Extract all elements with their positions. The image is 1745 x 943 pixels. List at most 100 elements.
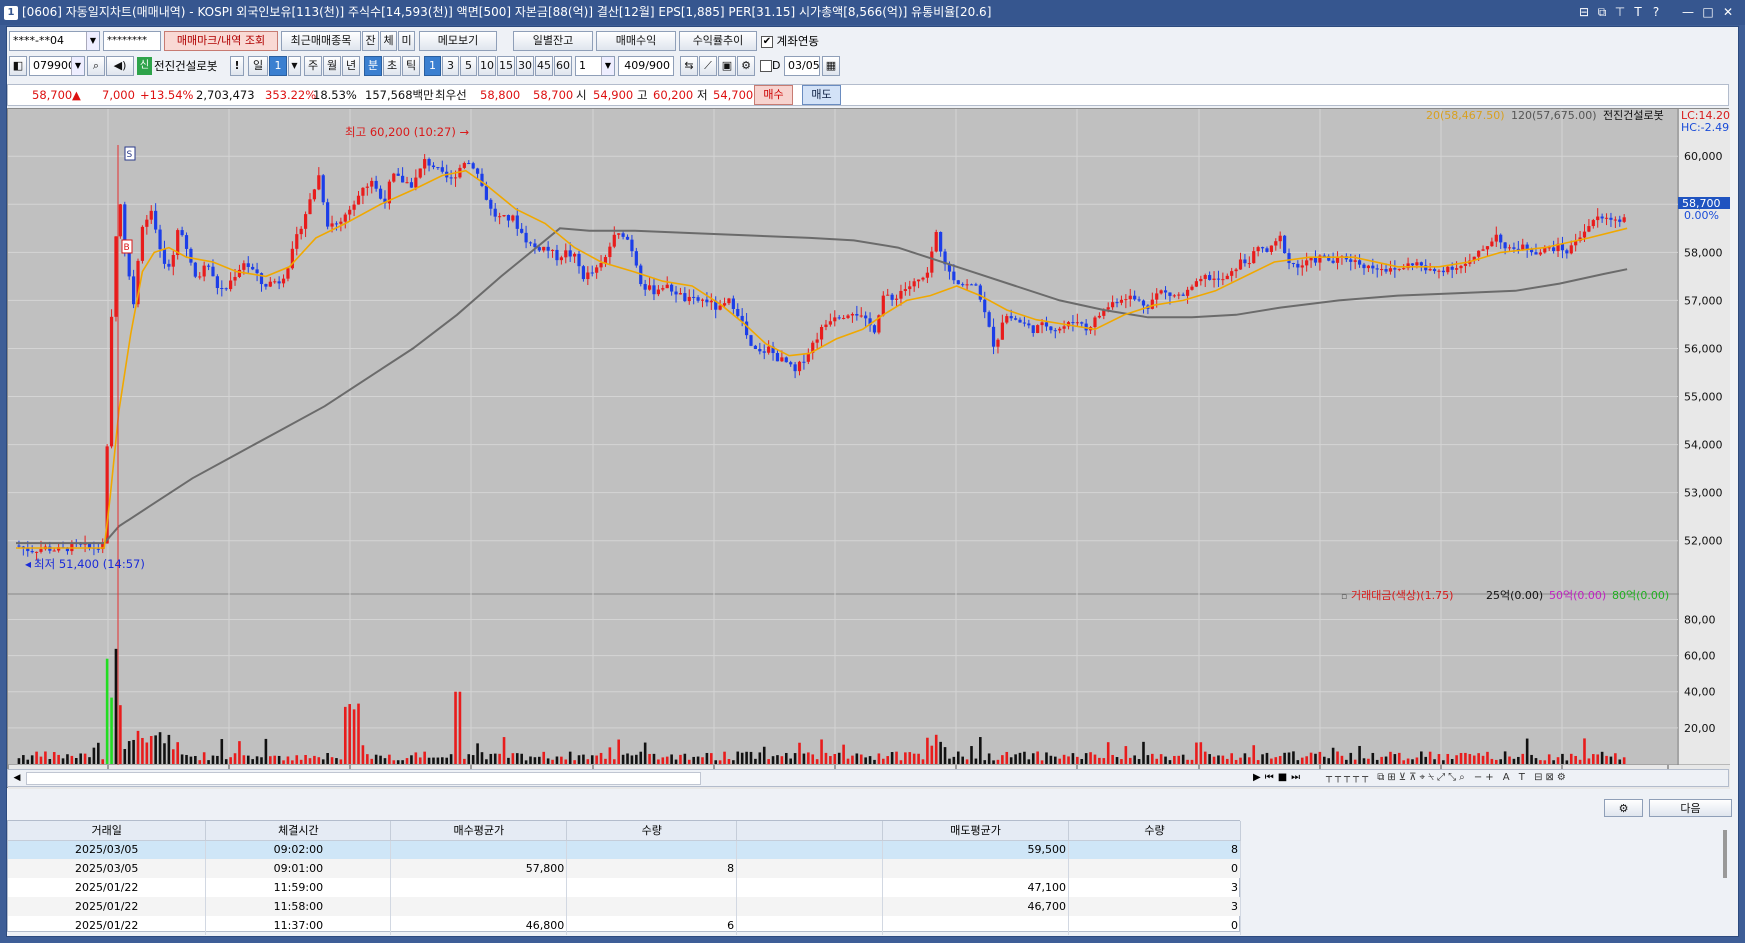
candle-body xyxy=(520,228,524,233)
scroll-left-icon[interactable]: ◀ xyxy=(10,771,24,785)
col-sell-avg[interactable]: 매도평균가 xyxy=(882,821,1070,841)
table-cell xyxy=(390,897,568,916)
alert-button[interactable]: ! xyxy=(230,56,244,76)
chevron-down-icon[interactable]: ▼ xyxy=(601,57,614,75)
table-row[interactable]: 2025/03/05 09:02:00 59,500 8 xyxy=(8,840,1241,859)
period-year[interactable]: 년 xyxy=(342,56,360,76)
profit-rate-button[interactable]: 수익률추이 xyxy=(679,31,757,51)
volume-bar xyxy=(1384,756,1388,764)
chart-tools-icon[interactable]: ┬┬┬┬┬ ⧉⊞⊻⊼⌖⍀⤢⤡⌕ −+ A T ⊟⊠⚙ xyxy=(1326,771,1569,785)
candle-body xyxy=(683,293,687,302)
buy-marker[interactable]: B xyxy=(121,239,133,254)
help-icon[interactable]: ? xyxy=(1647,0,1665,25)
min-option-15[interactable]: 15 xyxy=(497,56,515,76)
panel-icon[interactable]: ◧ xyxy=(9,56,27,76)
min-option-30[interactable]: 30 xyxy=(516,56,534,76)
sound-icon[interactable]: ◀) xyxy=(106,56,134,76)
min-option-60[interactable]: 60 xyxy=(554,56,572,76)
range-input[interactable]: 409/900 xyxy=(618,56,674,76)
buy-button[interactable]: 매수 xyxy=(754,85,793,105)
account-select[interactable]: ****-**04 ▼ xyxy=(9,31,100,51)
gear-icon[interactable]: ⚙ xyxy=(737,56,755,76)
date-input[interactable]: 03/05 xyxy=(784,56,820,76)
min-option-10[interactable]: 10 xyxy=(478,56,496,76)
check-icon[interactable]: ✔ xyxy=(761,35,773,48)
maximize-icon[interactable]: □ xyxy=(1699,0,1717,25)
period-value[interactable]: 1 xyxy=(269,56,287,76)
min-option-3[interactable]: 3 xyxy=(442,56,459,76)
candle-body xyxy=(524,232,528,243)
next-button[interactable]: 다음 xyxy=(1649,799,1732,817)
tab-mi[interactable]: 미 xyxy=(398,31,415,51)
trade-mark-button[interactable]: 매매마크/내역 조회 xyxy=(164,31,278,51)
period-day[interactable]: 일 xyxy=(248,56,268,76)
period-tick[interactable]: 틱 xyxy=(402,56,420,76)
font-icon[interactable]: T xyxy=(1629,0,1647,25)
table-row[interactable]: 2025/01/22 11:59:00 47,100 3 xyxy=(8,878,1241,897)
candle-body xyxy=(1397,268,1401,270)
crosshair-icon[interactable]: ⇆ xyxy=(680,56,698,76)
volume-bar xyxy=(83,753,87,764)
table-row[interactable]: 2025/01/22 11:37:00 46,800 6 0 xyxy=(8,916,1241,935)
chart-panel[interactable]: 60,00059,00058,00057,00056,00055,00054,0… xyxy=(7,108,1731,789)
period-second[interactable]: 초 xyxy=(383,56,401,76)
line-tool-icon[interactable]: ⟋ xyxy=(699,56,717,76)
calendar-icon[interactable]: ▦ xyxy=(822,56,840,76)
checkbox-box[interactable] xyxy=(760,60,772,72)
volume-bar xyxy=(185,754,188,764)
col-exec-time[interactable]: 체결시간 xyxy=(205,821,392,841)
table-row[interactable]: 2025/01/22 11:58:00 46,700 3 xyxy=(8,897,1241,916)
table-scrollbar[interactable] xyxy=(1723,830,1727,878)
candle-body xyxy=(281,278,286,284)
link-icon[interactable]: ⊟ xyxy=(1575,0,1593,25)
col-buy-avg[interactable]: 매수평균가 xyxy=(390,821,568,841)
col-trade-date[interactable]: 거래일 xyxy=(8,821,207,841)
chevron-down-icon[interactable]: ▼ xyxy=(71,57,84,75)
tab-che[interactable]: 체 xyxy=(380,31,397,51)
sell-button[interactable]: 매도 xyxy=(802,85,841,105)
account-link-checkbox[interactable]: ✔ 계좌연동 xyxy=(761,33,819,49)
table-row[interactable]: 2025/03/05 09:01:00 57,800 8 0 xyxy=(8,859,1241,878)
volume-bar xyxy=(485,759,488,764)
d-checkbox[interactable]: D xyxy=(760,59,780,72)
candle-body xyxy=(467,163,471,165)
sell-marker[interactable]: S xyxy=(124,146,136,161)
minimize-icon[interactable]: — xyxy=(1679,0,1697,25)
col-sell-qty[interactable]: 수량 xyxy=(1068,821,1241,841)
period-month[interactable]: 월 xyxy=(323,56,341,76)
pin-icon[interactable]: ⊤ xyxy=(1611,0,1629,25)
period-week[interactable]: 주 xyxy=(304,56,322,76)
price-bar: 58,700 ▲ 7,000 +13.54% 2,703,473 353.22%… xyxy=(7,84,1729,106)
count-select[interactable]: 1 ▼ xyxy=(575,56,615,76)
search-icon[interactable]: ⌕ xyxy=(87,56,105,76)
settings-gear-icon[interactable]: ⚙ xyxy=(1604,799,1643,817)
copy-icon[interactable]: ⧉ xyxy=(1593,0,1611,25)
min-option-1[interactable]: 1 xyxy=(424,56,441,76)
chevron-down-icon[interactable]: ▼ xyxy=(288,56,301,76)
memo-button[interactable]: 메모보기 xyxy=(419,31,497,51)
period-minute[interactable]: 분 xyxy=(364,56,382,76)
trade-profit-button[interactable]: 매매수익 xyxy=(596,31,676,51)
scrollbar-thumb[interactable] xyxy=(26,772,701,785)
recent-trades-button[interactable]: 최근매매종목 xyxy=(281,31,361,51)
playback-controls[interactable]: ▶⏮■⏭ xyxy=(1253,771,1304,785)
tab-jan[interactable]: 잔 xyxy=(362,31,379,51)
close-icon[interactable]: ✕ xyxy=(1719,0,1737,25)
volume-bar xyxy=(692,756,695,764)
volume-bar xyxy=(815,759,819,764)
price-volume-chart[interactable]: 60,00059,00058,00057,00056,00055,00054,0… xyxy=(7,109,1731,789)
candle-body xyxy=(52,550,56,552)
volume-bar xyxy=(1155,758,1159,764)
volume-bar xyxy=(1234,759,1238,764)
volume-bar xyxy=(308,758,312,764)
save-icon[interactable]: ▣ xyxy=(718,56,736,76)
candle-body xyxy=(109,316,114,447)
col-buy-qty[interactable]: 수량 xyxy=(566,821,738,841)
code-input[interactable]: 079900 ▼ xyxy=(29,56,85,76)
min-option-5[interactable]: 5 xyxy=(460,56,477,76)
password-field[interactable]: ******** xyxy=(103,31,161,51)
volume-bar xyxy=(586,759,590,764)
daily-balance-button[interactable]: 일별잔고 xyxy=(513,31,593,51)
min-option-45[interactable]: 45 xyxy=(535,56,553,76)
chevron-down-icon[interactable]: ▼ xyxy=(86,32,99,50)
